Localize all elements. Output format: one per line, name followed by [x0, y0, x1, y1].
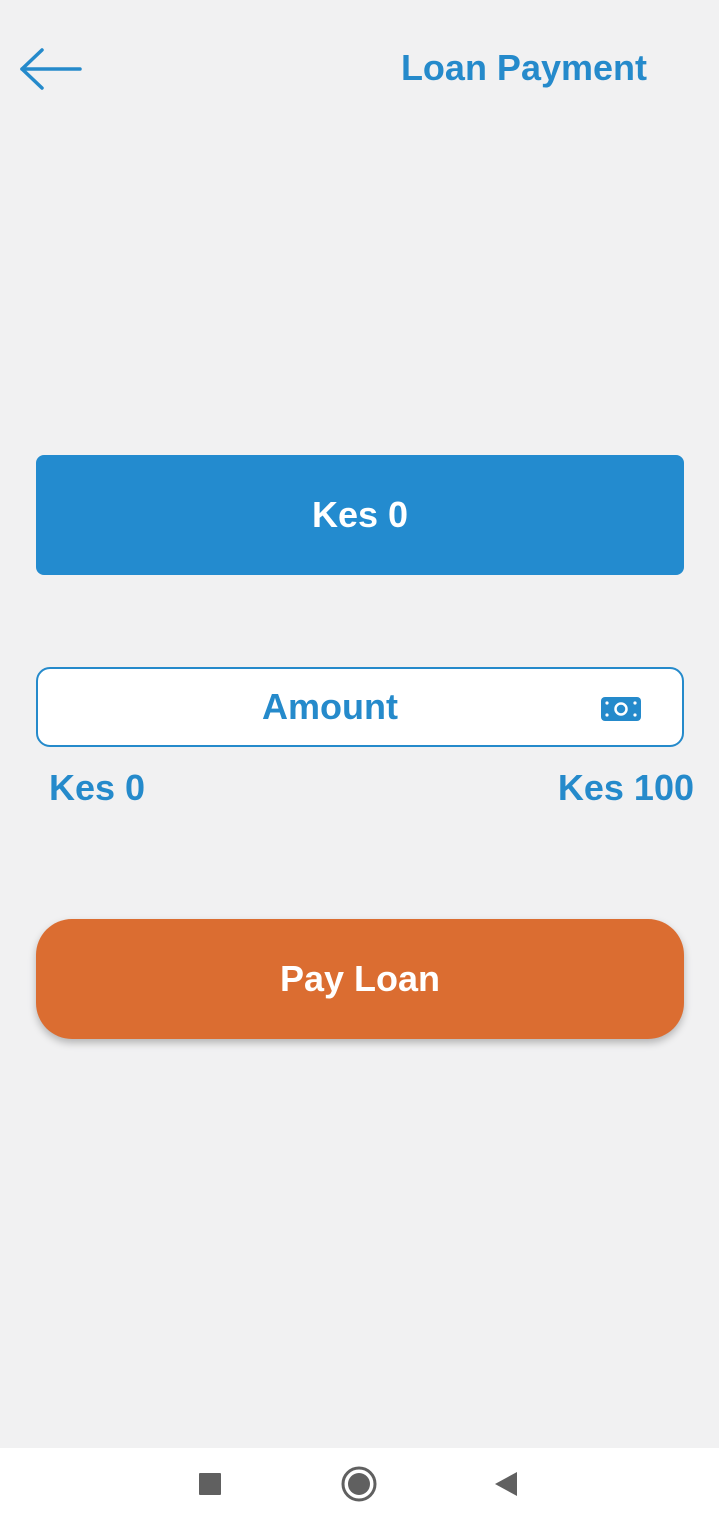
recents-button[interactable]	[188, 1462, 232, 1506]
pay-loan-button[interactable]: Pay Loan	[36, 919, 684, 1039]
loan-balance-text: Kes 0	[311, 494, 409, 535]
nav-back-button[interactable]	[484, 1462, 528, 1506]
system-nav-bar	[0, 1448, 719, 1518]
arrow-left-icon	[20, 48, 82, 90]
min-amount-label: Kes 0	[49, 767, 146, 808]
amount-input[interactable]: Amount	[36, 667, 684, 747]
square-icon	[199, 1473, 221, 1495]
app-header: Loan Payment	[0, 0, 719, 140]
loan-balance-card: Kes 0	[36, 455, 684, 575]
triangle-back-icon	[495, 1472, 517, 1496]
home-button[interactable]	[337, 1462, 381, 1506]
amount-placeholder: Amount	[262, 686, 398, 727]
money-icon	[601, 697, 641, 721]
page-title: Loan Payment	[400, 47, 647, 88]
back-button[interactable]	[14, 42, 86, 96]
max-amount-label: Kes 100	[557, 767, 694, 808]
circle-icon	[341, 1466, 377, 1502]
